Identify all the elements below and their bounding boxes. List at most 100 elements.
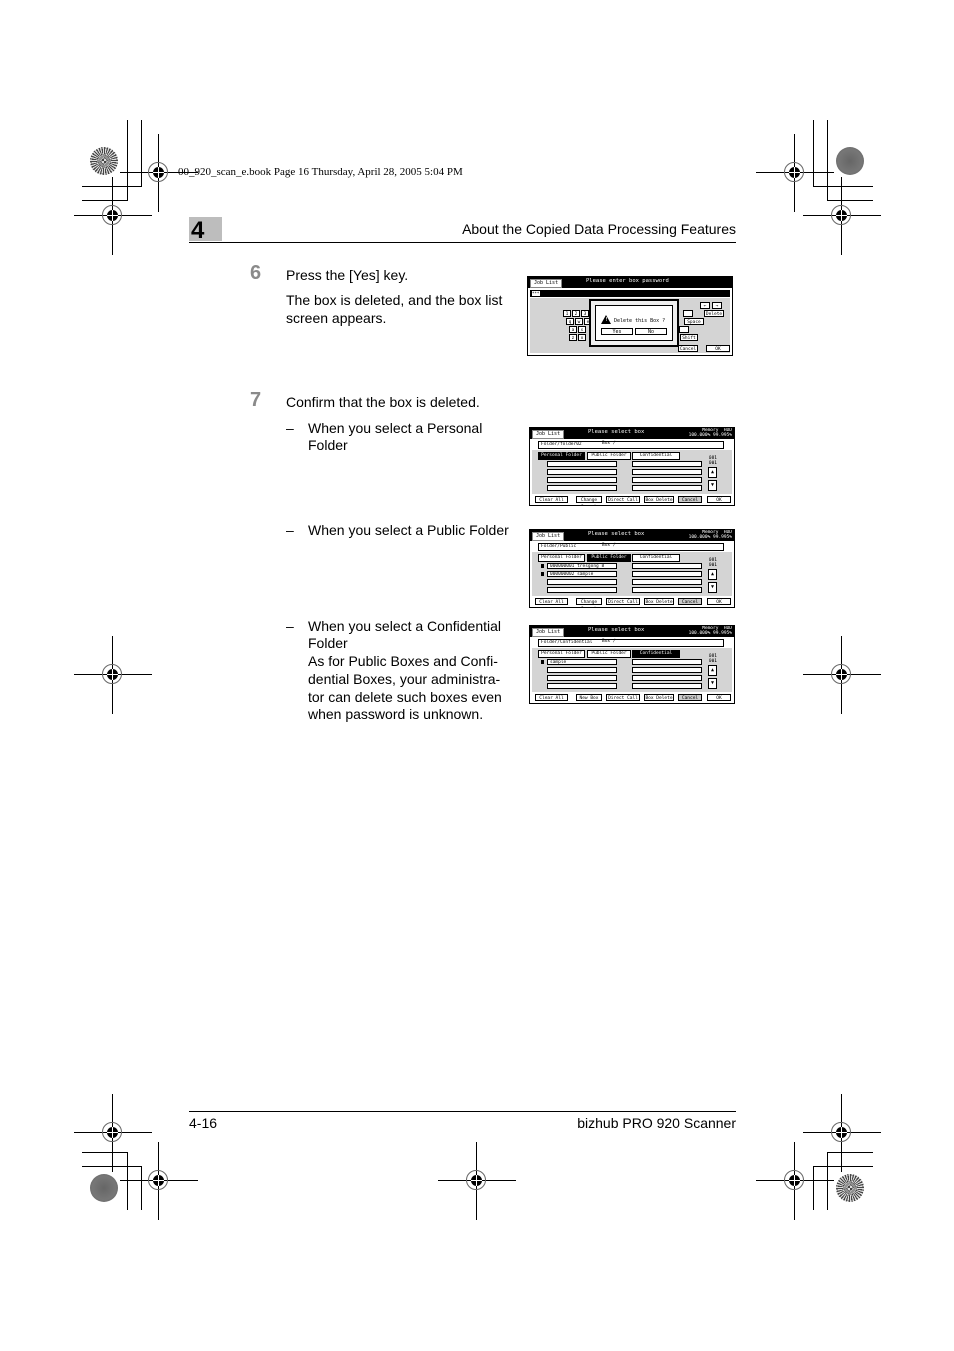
page-total: 001 <box>708 659 717 664</box>
key: x <box>578 334 586 341</box>
box-row <box>632 461 702 467</box>
password-screen-screenshot: Job List Please enter box password *** 1… <box>527 276 733 356</box>
memory-status: Memory HDD 100.000% 99.995% <box>688 626 732 636</box>
lock-icon <box>541 572 544 576</box>
registration-mark-icon <box>803 177 881 255</box>
warning-icon <box>601 315 611 324</box>
box-row <box>632 675 702 681</box>
scroll-down-icon: ▼ <box>708 582 717 593</box>
memory-status: Memory HDD 100.000% 99.995% <box>688 428 732 438</box>
case-note: tor can delete such boxes even <box>308 689 502 705</box>
space-key: Space <box>684 318 704 325</box>
folder-path: Folder/Public <box>538 543 724 551</box>
box-list-screenshot: Job List Please select box Memory HDD 100.0… <box>529 529 735 608</box>
new-box-button: New Box <box>576 694 602 701</box>
box-row <box>547 461 617 467</box>
box-row <box>547 667 617 673</box>
product-name: bizhub PRO 920 Scanner <box>577 1115 736 1131</box>
clear-all-button: Clear All <box>535 598 568 605</box>
right-arrow-key: → <box>712 302 722 309</box>
cancel-button: Cancel <box>678 694 702 701</box>
memory-status: Memory HDD 100.000% 99.995% <box>688 530 732 540</box>
registration-mark-icon <box>120 1142 198 1220</box>
box-row <box>632 485 702 491</box>
folder-tab: Confidential <box>632 650 680 658</box>
step-result-line: screen appears. <box>286 310 387 326</box>
box-delete-button: Box Delete <box>644 694 674 701</box>
box-row <box>632 469 702 475</box>
shift-key: Shift <box>680 334 698 341</box>
page-number: 4-16 <box>189 1115 218 1131</box>
box-row <box>632 477 702 483</box>
key: w <box>575 318 583 325</box>
folder-tab: Personal Folder <box>538 554 585 562</box>
key <box>683 310 693 317</box>
direct-call-button: Direct Call <box>606 598 640 605</box>
color-target-icon <box>90 147 118 175</box>
box-row <box>547 579 617 585</box>
password-field: *** <box>530 290 730 297</box>
registration-mark-icon <box>438 1142 516 1220</box>
box-path: Box / <box>602 543 616 548</box>
box-row <box>547 675 617 681</box>
box-row <box>632 587 702 593</box>
ok-button: OK <box>707 496 731 503</box>
page-total: 001 <box>708 461 717 466</box>
box-row <box>632 659 702 665</box>
key: 3 <box>581 310 589 317</box>
folder-tab: Personal Folder <box>538 650 585 658</box>
screen-title: Please select box <box>588 429 645 435</box>
box-row <box>632 667 702 673</box>
box-row <box>547 587 617 593</box>
cancel-button: Cancel <box>678 598 702 605</box>
folder-tab: Confidential <box>632 452 680 460</box>
dialog-message: Delete this Box ? <box>614 318 666 324</box>
step-instruction: Press the [Yes] key. <box>286 267 409 283</box>
box-path: Box / <box>602 441 616 446</box>
ok-button: OK <box>707 598 731 605</box>
case-text: When you select a Personal <box>308 420 483 436</box>
step-number: 6 <box>250 262 262 284</box>
key: 1 <box>563 310 571 317</box>
case-text: When you select a Public Folder <box>308 522 509 538</box>
key: s <box>578 326 586 333</box>
bullet-dash: – <box>286 420 294 436</box>
scroll-down-icon: ▼ <box>708 678 717 689</box>
clear-all-button: Clear All <box>535 694 568 701</box>
scroll-up-icon: ▲ <box>708 569 717 580</box>
step-result-line: The box is deleted, and the box list <box>286 292 503 308</box>
box-row <box>547 477 617 483</box>
page-total: 001 <box>708 563 717 568</box>
case-text: When you select a Confidential <box>308 618 501 634</box>
box-row <box>632 571 702 577</box>
direct-call-button: Direct Call <box>606 496 640 503</box>
delete-key: Delete <box>704 310 724 317</box>
key: 2 <box>572 310 580 317</box>
folder-path: Folder/folder02 <box>538 441 724 449</box>
box-row <box>547 469 617 475</box>
case-note: dential Boxes, your administra- <box>308 671 501 687</box>
ok-button: OK <box>707 694 731 701</box>
footer-divider <box>189 1111 736 1112</box>
lock-icon <box>541 564 544 568</box>
direct-call-button: Direct Call <box>606 694 640 701</box>
step-instruction: Confirm that the box is deleted. <box>286 394 480 410</box>
registration-mark-icon <box>74 177 152 255</box>
color-target-icon <box>90 1174 118 1202</box>
bullet-dash: – <box>286 522 294 538</box>
registration-mark-icon <box>756 1142 834 1220</box>
box-row: sample <box>547 659 617 665</box>
box-row: 000000001 tresgong 8 <box>547 563 617 569</box>
box-row: 000000002 sample <box>547 571 617 577</box>
delete-confirm-dialog: Delete this Box ? Yes No <box>589 299 679 347</box>
clear-all-button: Clear All <box>535 496 568 503</box>
folder-tab: Confidential <box>632 554 680 562</box>
box-list-screenshot: Job List Please select box Memory HDD 100.0… <box>529 625 735 704</box>
folder-path: Folder/Confidential <box>538 639 724 647</box>
case-note: when password is unknown. <box>308 706 484 722</box>
header-divider <box>189 242 736 243</box>
box-delete-button: Box Delete <box>644 598 674 605</box>
box-path: Box / <box>602 639 616 644</box>
step-number: 7 <box>250 389 262 411</box>
no-button: No <box>635 328 667 335</box>
